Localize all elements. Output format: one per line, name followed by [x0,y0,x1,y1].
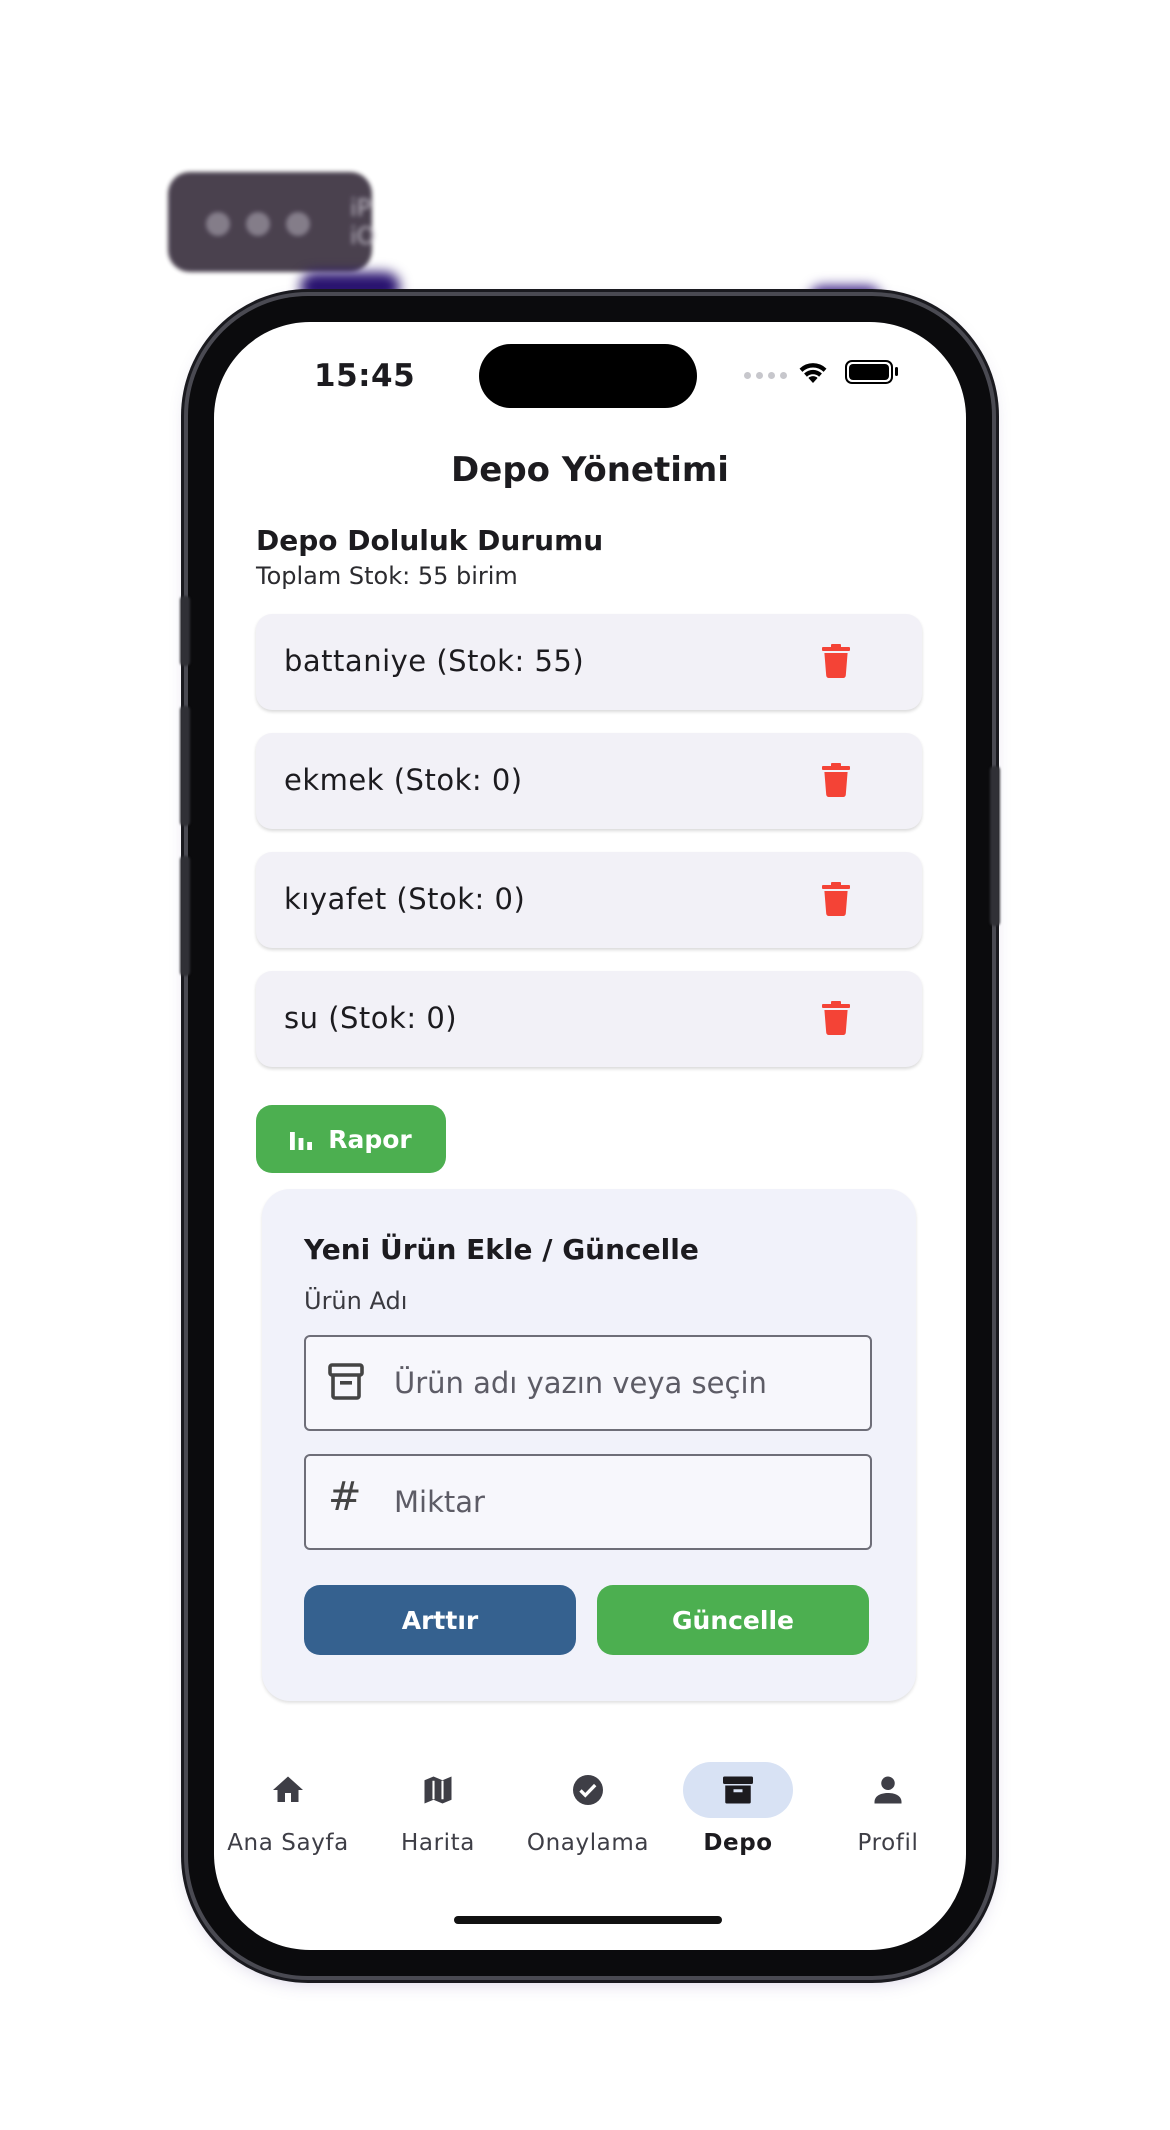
delete-icon[interactable] [822,644,850,678]
stock-item[interactable]: kıyafet (Stok: 0) [256,852,922,948]
map-icon [424,1776,452,1804]
archive-icon [328,1363,364,1400]
side-button [180,856,190,976]
bottom-navigation: Ana Sayfa Harita Onaylama Depo Profil [214,1762,966,1872]
quantity-field[interactable]: # [304,1454,872,1550]
home-indicator [454,1916,722,1924]
stock-item-label: kıyafet (Stok: 0) [284,882,526,916]
wifi-icon [799,363,827,384]
update-button[interactable]: Güncelle [597,1585,869,1655]
cellular-signal-icon [744,372,787,379]
increase-button[interactable]: Arttır [304,1585,576,1655]
stock-summary-title: Depo Doluluk Durumu [256,524,604,557]
page-title: Depo Yönetimi [451,450,729,490]
person-icon [874,1776,902,1804]
badge-dot [206,212,230,236]
stock-item[interactable]: battaniye (Stok: 55) [256,614,922,710]
quantity-input[interactable] [394,1456,854,1548]
delete-icon[interactable] [822,763,850,797]
stock-item[interactable]: ekmek (Stok: 0) [256,733,922,829]
badge-dot [246,212,270,236]
stock-item[interactable]: su (Stok: 0) [256,971,922,1067]
status-time: 15:45 [314,358,416,394]
nav-label: Profil [857,1830,919,1856]
product-form-card: Yeni Ürün Ekle / Güncelle Ürün Adı # Art… [262,1189,916,1701]
badge-label-line1: iP [350,194,372,222]
stock-item-label: ekmek (Stok: 0) [284,763,523,797]
archive-icon [723,1776,753,1804]
product-name-input[interactable] [394,1337,854,1429]
nav-label: Harita [401,1830,475,1856]
phone-frame: 15:45 Depo Yönetimi Depo Doluluk Durumu … [180,296,1000,1976]
stock-summary-total: Toplam Stok: 55 birim [256,562,518,590]
app-screen: 15:45 Depo Yönetimi Depo Doluluk Durumu … [214,322,966,1950]
report-button-label: Rapor [328,1124,412,1154]
check-circle-icon [573,1775,603,1805]
dynamic-island [479,344,697,408]
window-badge: iP iO [168,172,376,272]
battery-icon [845,360,898,384]
side-button [180,706,190,826]
stock-item-label: battaniye (Stok: 55) [284,644,585,678]
hash-icon: # [328,1474,362,1520]
side-button [990,766,1000,926]
badge-label: iP iO [350,194,376,250]
form-title: Yeni Ürün Ekle / Güncelle [304,1233,699,1266]
badge-dot [286,212,310,236]
home-icon [273,1776,303,1802]
product-name-field[interactable] [304,1335,872,1431]
report-button[interactable]: Rapor [256,1105,446,1173]
delete-icon[interactable] [822,882,850,916]
nav-label: Depo [703,1830,773,1856]
delete-icon[interactable] [822,1001,850,1035]
bar-chart-icon [290,1132,313,1150]
nav-label: Ana Sayfa [227,1830,349,1856]
product-name-label: Ürün Adı [304,1287,408,1315]
side-button [180,596,190,666]
badge-label-line2: iO [350,222,376,250]
stock-item-label: su (Stok: 0) [284,1001,458,1035]
nav-label: Onaylama [526,1830,650,1856]
